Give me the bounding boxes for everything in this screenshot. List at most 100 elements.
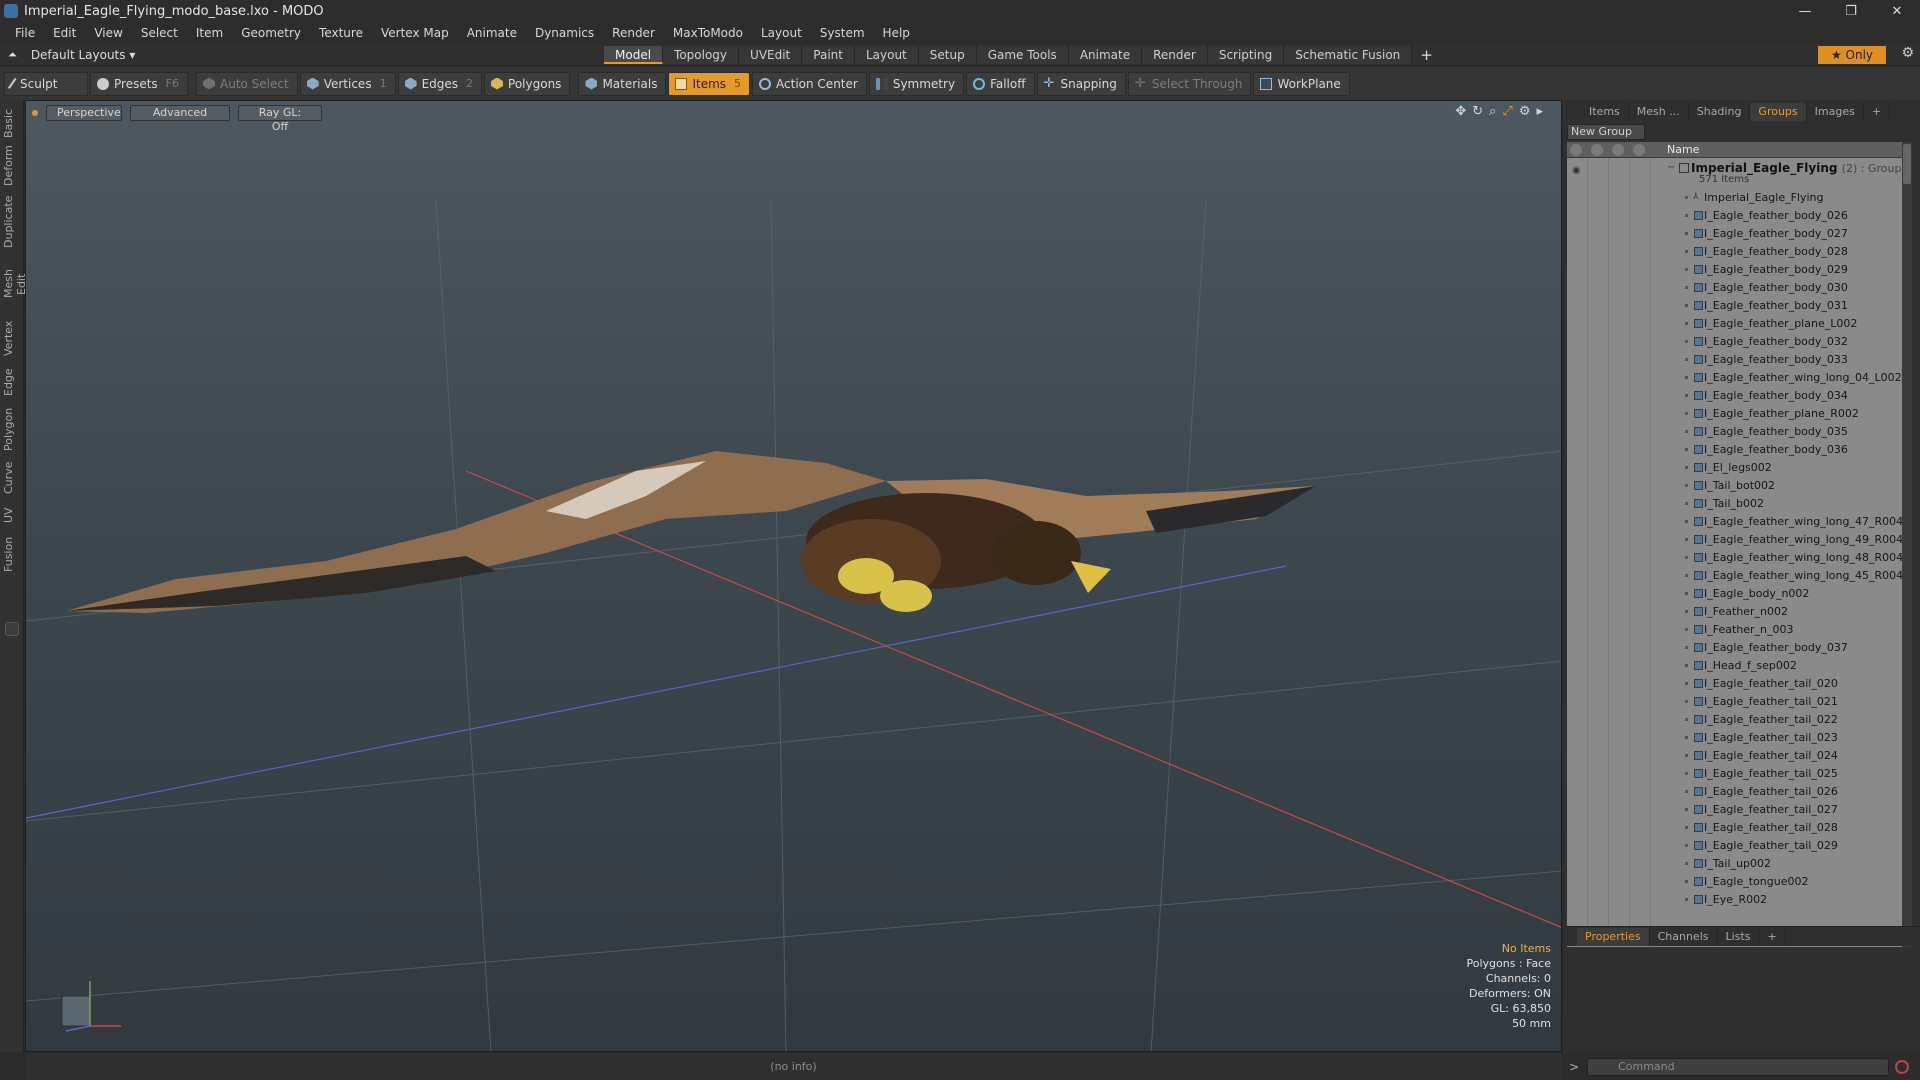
tab-shading[interactable]: Shading [1689, 103, 1751, 121]
new-group-button[interactable]: New Group [1567, 124, 1645, 140]
falloff-button[interactable]: Falloff [966, 71, 1035, 96]
tab-topology[interactable]: Topology [663, 46, 740, 64]
tree-item-row[interactable]: I_Feather_n_003 [1567, 621, 1902, 639]
tree-item-row[interactable]: I_Tail_b002 [1567, 495, 1902, 513]
tree-item-row[interactable]: I_Eagle_feather_body_033 [1567, 351, 1902, 369]
add-panel-tab-button[interactable]: + [1864, 103, 1891, 121]
tab-setup[interactable]: Setup [918, 46, 977, 64]
sculpt-button[interactable]: Sculpt [4, 71, 88, 96]
menu-animate[interactable]: Animate [458, 26, 526, 40]
select-column-icon[interactable] [1633, 144, 1645, 156]
tree-item-row[interactable]: I_Eagle_feather_body_031 [1567, 297, 1902, 315]
menu-dynamics[interactable]: Dynamics [526, 26, 603, 40]
tree-item-row[interactable]: I_Head_f_sep002 [1567, 657, 1902, 675]
strip-toggle-button[interactable] [5, 622, 19, 636]
tree-item-row[interactable]: I_Eagle_feather_tail_027 [1567, 801, 1902, 819]
raygl-button[interactable]: Ray GL: Off [238, 105, 322, 133]
minimize-button[interactable]: — [1782, 0, 1828, 22]
tree-item-row[interactable]: I_Eagle_feather_tail_023 [1567, 729, 1902, 747]
tree-item-row[interactable]: I_Eagle_feather_body_035 [1567, 423, 1902, 441]
3d-viewport[interactable]: Perspective Advanced Ray GL: Off ✥ ↻ ⌕ ⤢… [25, 100, 1562, 1052]
tree-scrollbar[interactable] [1902, 142, 1912, 1022]
name-column-header[interactable]: Name [1667, 143, 1699, 156]
close-button[interactable]: ✕ [1874, 0, 1920, 22]
vtab-polygon[interactable]: Polygon [2, 406, 22, 452]
tree-item-row[interactable]: I_Eagle_feather_body_028 [1567, 243, 1902, 261]
tree-item-row[interactable]: I_Eagle_feather_tail_025 [1567, 765, 1902, 783]
polygons-button[interactable]: Polygons [484, 71, 571, 96]
vtab-vertex[interactable]: Vertex [2, 318, 22, 358]
tree-item-row[interactable]: I_Eye_R002 [1567, 891, 1902, 909]
tab-images[interactable]: Images [1807, 103, 1864, 121]
visibility-eye-icon[interactable]: ◉ [1572, 165, 1581, 176]
tree-item-row[interactable]: I_Eagle_feather_body_030 [1567, 279, 1902, 297]
command-input[interactable]: Command [1587, 1058, 1890, 1076]
tree-item-row[interactable]: I_Feather_n002 [1567, 603, 1902, 621]
menu-geometry[interactable]: Geometry [232, 26, 310, 40]
presets-button[interactable]: Presets F6 [90, 71, 188, 96]
menu-edit[interactable]: Edit [44, 26, 85, 40]
scrollbar-thumb[interactable] [1903, 144, 1911, 184]
action-center-button[interactable]: Action Center [752, 71, 867, 96]
edges-button[interactable]: Edges 2 [397, 71, 483, 96]
workplane-button[interactable]: WorkPlane [1253, 71, 1350, 96]
tab-game-tools[interactable]: Game Tools [976, 46, 1069, 64]
tab-mesh[interactable]: Mesh ... [1629, 103, 1689, 121]
tree-item-row[interactable]: I_Eagle_feather_body_037 [1567, 639, 1902, 657]
tree-item-row[interactable]: I_Eagle_feather_wing_long_04_L002 [1567, 369, 1902, 387]
tree-item-row[interactable]: I_Eagle_feather_wing_long_45_R004 [1567, 567, 1902, 585]
menu-texture[interactable]: Texture [310, 26, 372, 40]
tree-item-row[interactable]: I_Eagle_feather_body_027 [1567, 225, 1902, 243]
menu-file[interactable]: File [6, 26, 44, 40]
tab-layout[interactable]: Layout [854, 46, 919, 64]
record-macro-icon[interactable] [1895, 1060, 1910, 1074]
tab-schematic-fusion[interactable]: Schematic Fusion [1284, 46, 1413, 64]
menu-maxtomodo[interactable]: MaxToModo [664, 26, 752, 40]
group-row[interactable]: ◉ − Imperial_Eagle_Flying (2) : Group 57… [1567, 159, 1902, 187]
perspective-button[interactable]: Perspective [46, 105, 122, 121]
vtab-curve[interactable]: Curve [2, 460, 22, 496]
vtab-mesh-edit[interactable]: Mesh Edit [2, 258, 28, 310]
vtab-uv[interactable]: UV [2, 504, 22, 526]
tree-item-row[interactable]: I_Eagle_feather_body_036 [1567, 441, 1902, 459]
tab-scripting[interactable]: Scripting [1207, 46, 1285, 64]
vtab-deform[interactable]: Deform [2, 145, 22, 186]
menu-item[interactable]: Item [187, 26, 232, 40]
tree-item-row[interactable]: I_Eagle_feather_body_032 [1567, 333, 1902, 351]
tab-channels[interactable]: Channels [1650, 927, 1718, 946]
viewport-menu-icon[interactable] [32, 110, 38, 116]
menu-vertex-map[interactable]: Vertex Map [372, 26, 458, 40]
vtab-edge[interactable]: Edge [2, 366, 22, 398]
tree-item-row[interactable]: I_Tail_up002 [1567, 855, 1902, 873]
tab-paint[interactable]: Paint [802, 46, 855, 64]
tab-properties[interactable]: Properties [1577, 927, 1650, 946]
tree-item-row[interactable]: I_Eagle_feather_tail_024 [1567, 747, 1902, 765]
layout-selector[interactable]: ⏶ Default Layouts ▾ [8, 48, 135, 62]
tree-item-row[interactable]: I_Eagle_feather_tail_028 [1567, 819, 1902, 837]
viewport-expand-icon[interactable]: ▸ [1536, 104, 1543, 119]
tree-item-row[interactable]: I_Eagle_feather_tail_020 [1567, 675, 1902, 693]
render-column-icon[interactable] [1591, 144, 1603, 156]
tree-item-row[interactable]: I_Eagle_feather_wing_long_49_R004 [1567, 531, 1902, 549]
fit-icon[interactable]: ⤢ [1502, 104, 1512, 119]
add-tab-button[interactable]: + [1420, 46, 1433, 64]
lock-column-icon[interactable] [1612, 144, 1624, 156]
rotate-icon[interactable]: ↻ [1472, 104, 1483, 119]
maximize-button[interactable]: ❐ [1828, 0, 1874, 22]
tree-item-row[interactable]: I_El_legs002 [1567, 459, 1902, 477]
vtab-basic[interactable]: Basic [2, 106, 22, 140]
tree-item-row[interactable]: I_Eagle_feather_tail_026 [1567, 783, 1902, 801]
pan-icon[interactable]: ✥ [1455, 104, 1466, 119]
menu-view[interactable]: View [85, 26, 131, 40]
select-through-button[interactable]: ✛ Select Through [1127, 71, 1252, 96]
menu-render[interactable]: Render [603, 26, 664, 40]
tree-item-row[interactable]: I_Eagle_feather_tail_022 [1567, 711, 1902, 729]
tab-model[interactable]: Model [604, 46, 664, 64]
menu-help[interactable]: Help [874, 26, 919, 40]
tree-item-row[interactable]: I_Eagle_feather_plane_L002 [1567, 315, 1902, 333]
vertices-button[interactable]: Vertices 1 [299, 71, 396, 96]
tree-item-row[interactable]: I_Eagle_feather_body_029 [1567, 261, 1902, 279]
tab-lists[interactable]: Lists [1718, 927, 1760, 946]
symmetry-button[interactable]: Symmetry [868, 71, 965, 96]
tab-uvedit[interactable]: UVEdit [739, 46, 803, 64]
